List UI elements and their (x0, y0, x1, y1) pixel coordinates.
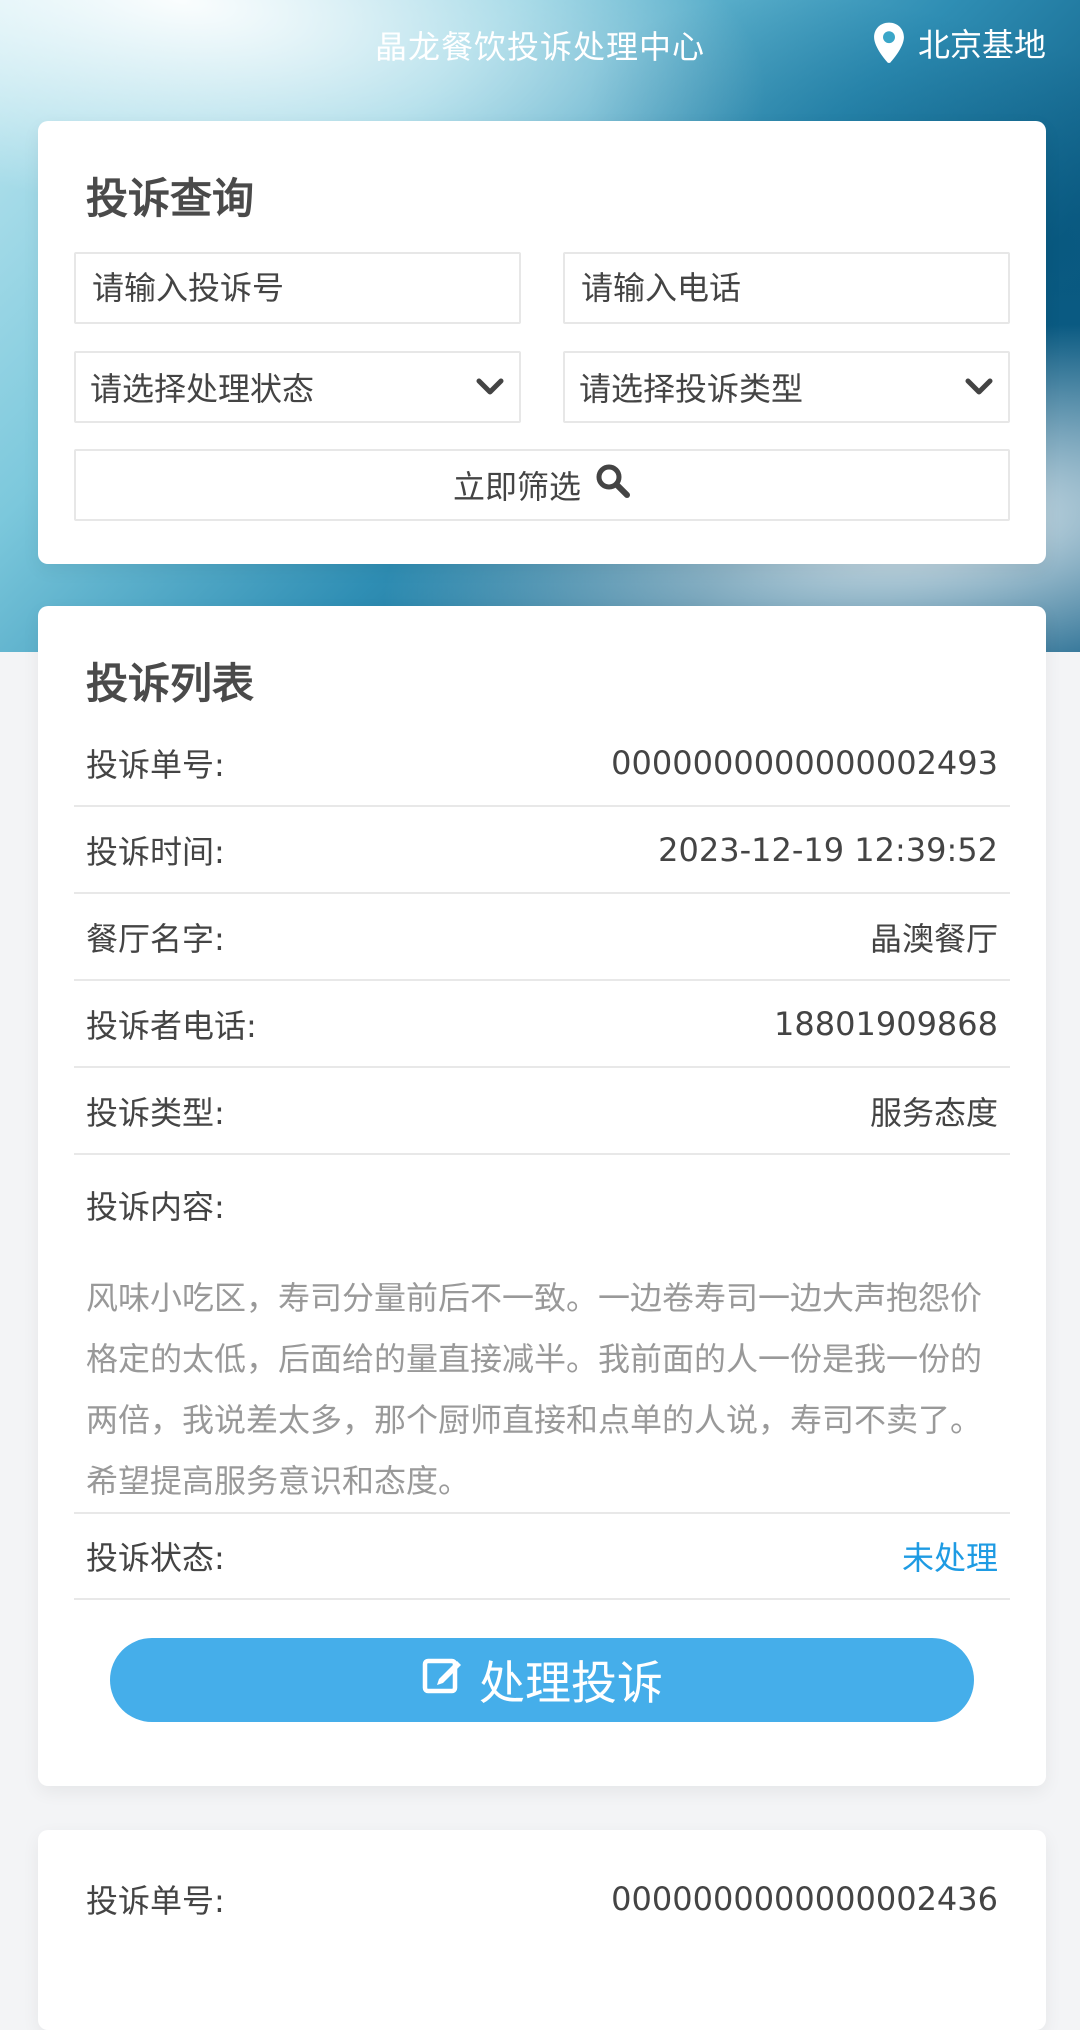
edit-icon (421, 1653, 465, 1708)
complaint-status-label: 投诉状态: (86, 1539, 225, 1577)
location-selector[interactable]: 北京基地 (870, 20, 1046, 66)
location-label: 北京基地 (917, 26, 1046, 64)
restaurant-value: 晶澳餐厅 (869, 920, 998, 958)
complaint-number-label: 投诉单号: (86, 1882, 225, 1920)
complaint-number-label: 投诉单号: (86, 746, 225, 784)
process-complaint-button[interactable]: 处理投诉 (110, 1638, 974, 1722)
complaint-time-label: 投诉时间: (86, 833, 225, 871)
type-select-label: 请选择投诉类型 (579, 370, 804, 408)
phone-row: 投诉者电话: 18801909868 (74, 982, 1010, 1068)
phone-field[interactable] (563, 252, 1010, 324)
complaint-type-value: 服务态度 (869, 1094, 998, 1132)
complaint-number-input[interactable] (90, 268, 505, 308)
complaint-content-block: 投诉内容: 风味小吃区，寿司分量前后不一致。一边卷寿司一边大声抱怨价格定的太低，… (74, 1156, 1010, 1514)
list-card-title: 投诉列表 (86, 659, 255, 708)
restaurant-row: 餐厅名字: 晶澳餐厅 (74, 895, 1010, 981)
phone-value: 18801909868 (774, 1005, 998, 1043)
chevron-down-icon (475, 377, 505, 397)
phone-input[interactable] (579, 268, 994, 308)
status-select[interactable]: 请选择处理状态 (74, 351, 521, 423)
restaurant-label: 餐厅名字: (86, 920, 225, 958)
complaint-number-field[interactable] (74, 252, 521, 324)
search-card-title: 投诉查询 (86, 174, 255, 223)
chevron-down-icon (964, 377, 994, 397)
complaint-number-value: 0000000000000002436 (611, 1880, 998, 1918)
search-icon (595, 463, 631, 507)
status-select-label: 请选择处理状态 (90, 370, 315, 408)
filter-button-label: 立即筛选 (452, 468, 581, 506)
complaint-content-text: 风味小吃区，寿司分量前后不一致。一边卷寿司一边大声抱怨价格定的太低，后面给的量直… (86, 1279, 983, 1500)
map-pin-icon (870, 21, 908, 65)
top-bar: 晶龙餐饮投诉处理中心 北京基地 (0, 0, 1080, 90)
complaint-time-row: 投诉时间: 2023-12-19 12:39:52 (74, 808, 1010, 894)
complaint-number-value: 0000000000000002493 (611, 744, 998, 782)
complaint-type-label: 投诉类型: (86, 1094, 225, 1132)
type-select[interactable]: 请选择投诉类型 (563, 351, 1010, 423)
complaint-time-value: 2023-12-19 12:39:52 (658, 831, 998, 869)
status-badge: 未处理 (901, 1539, 998, 1577)
phone-label: 投诉者电话: (86, 1007, 257, 1045)
process-complaint-label: 处理投诉 (479, 1656, 663, 1710)
complaint-list-card: 投诉单号: 0000000000000002436 (38, 1830, 1046, 2030)
complaint-number-row: 投诉单号: 0000000000000002436 (74, 1856, 1010, 1942)
complaint-status-row: 投诉状态: 未处理 (74, 1514, 1010, 1600)
complaint-content-label: 投诉内容: (86, 1188, 225, 1226)
complaint-list-card: 投诉列表 投诉单号: 0000000000000002493 投诉时间: 202… (38, 606, 1046, 1786)
complaint-number-row: 投诉单号: 0000000000000002493 (74, 721, 1010, 807)
filter-button[interactable]: 立即筛选 (74, 449, 1010, 521)
complaint-type-row: 投诉类型: 服务态度 (74, 1069, 1010, 1155)
search-card: 投诉查询 请选择处理状态 请选择投诉类型 立即筛选 (38, 121, 1046, 564)
